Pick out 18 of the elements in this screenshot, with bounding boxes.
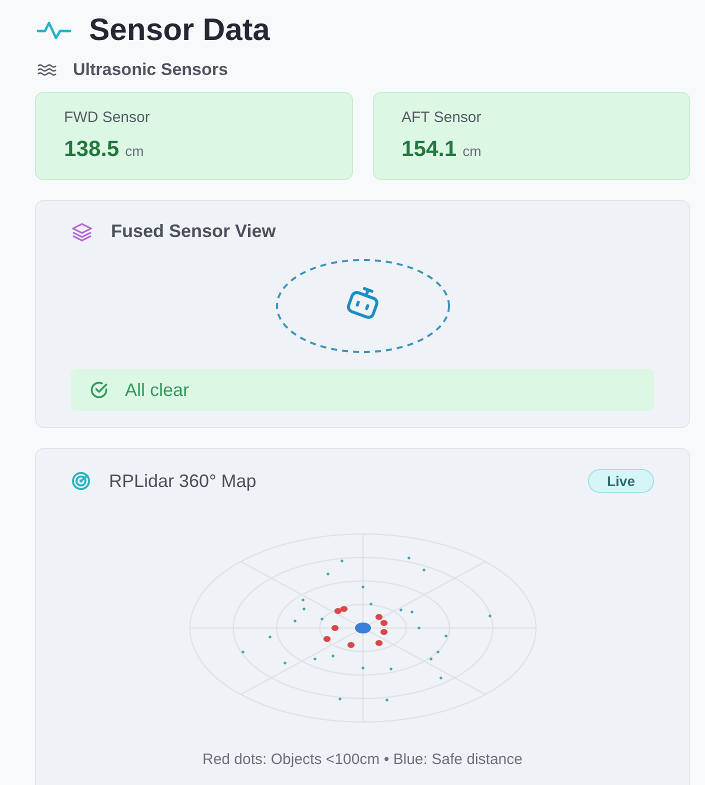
live-badge: Live (588, 469, 654, 493)
sensor-label: AFT Sensor (402, 109, 482, 126)
map-legend: Red dots: Objects <100cm • Blue: Safe distance (71, 751, 654, 768)
waves-icon (37, 63, 57, 77)
radar-icon (71, 471, 91, 491)
unit-label: cm (462, 143, 482, 159)
sensor-value: 154.1 (402, 136, 457, 162)
sensor-value: 138.5 (64, 136, 120, 162)
pulse-icon (37, 20, 71, 40)
card-title: Fused Sensor View (111, 221, 276, 242)
layers-icon (71, 222, 93, 242)
page-title: Sensor Data (89, 12, 270, 48)
status-text: All clear (125, 380, 190, 400)
unit-label: cm (125, 143, 144, 159)
check-circle-icon (89, 380, 109, 400)
section-title: Ultrasonic Sensors (73, 60, 228, 80)
sensor-label: FWD Sensor (64, 109, 151, 126)
card-title: RPLidar 360° Map (109, 470, 256, 492)
